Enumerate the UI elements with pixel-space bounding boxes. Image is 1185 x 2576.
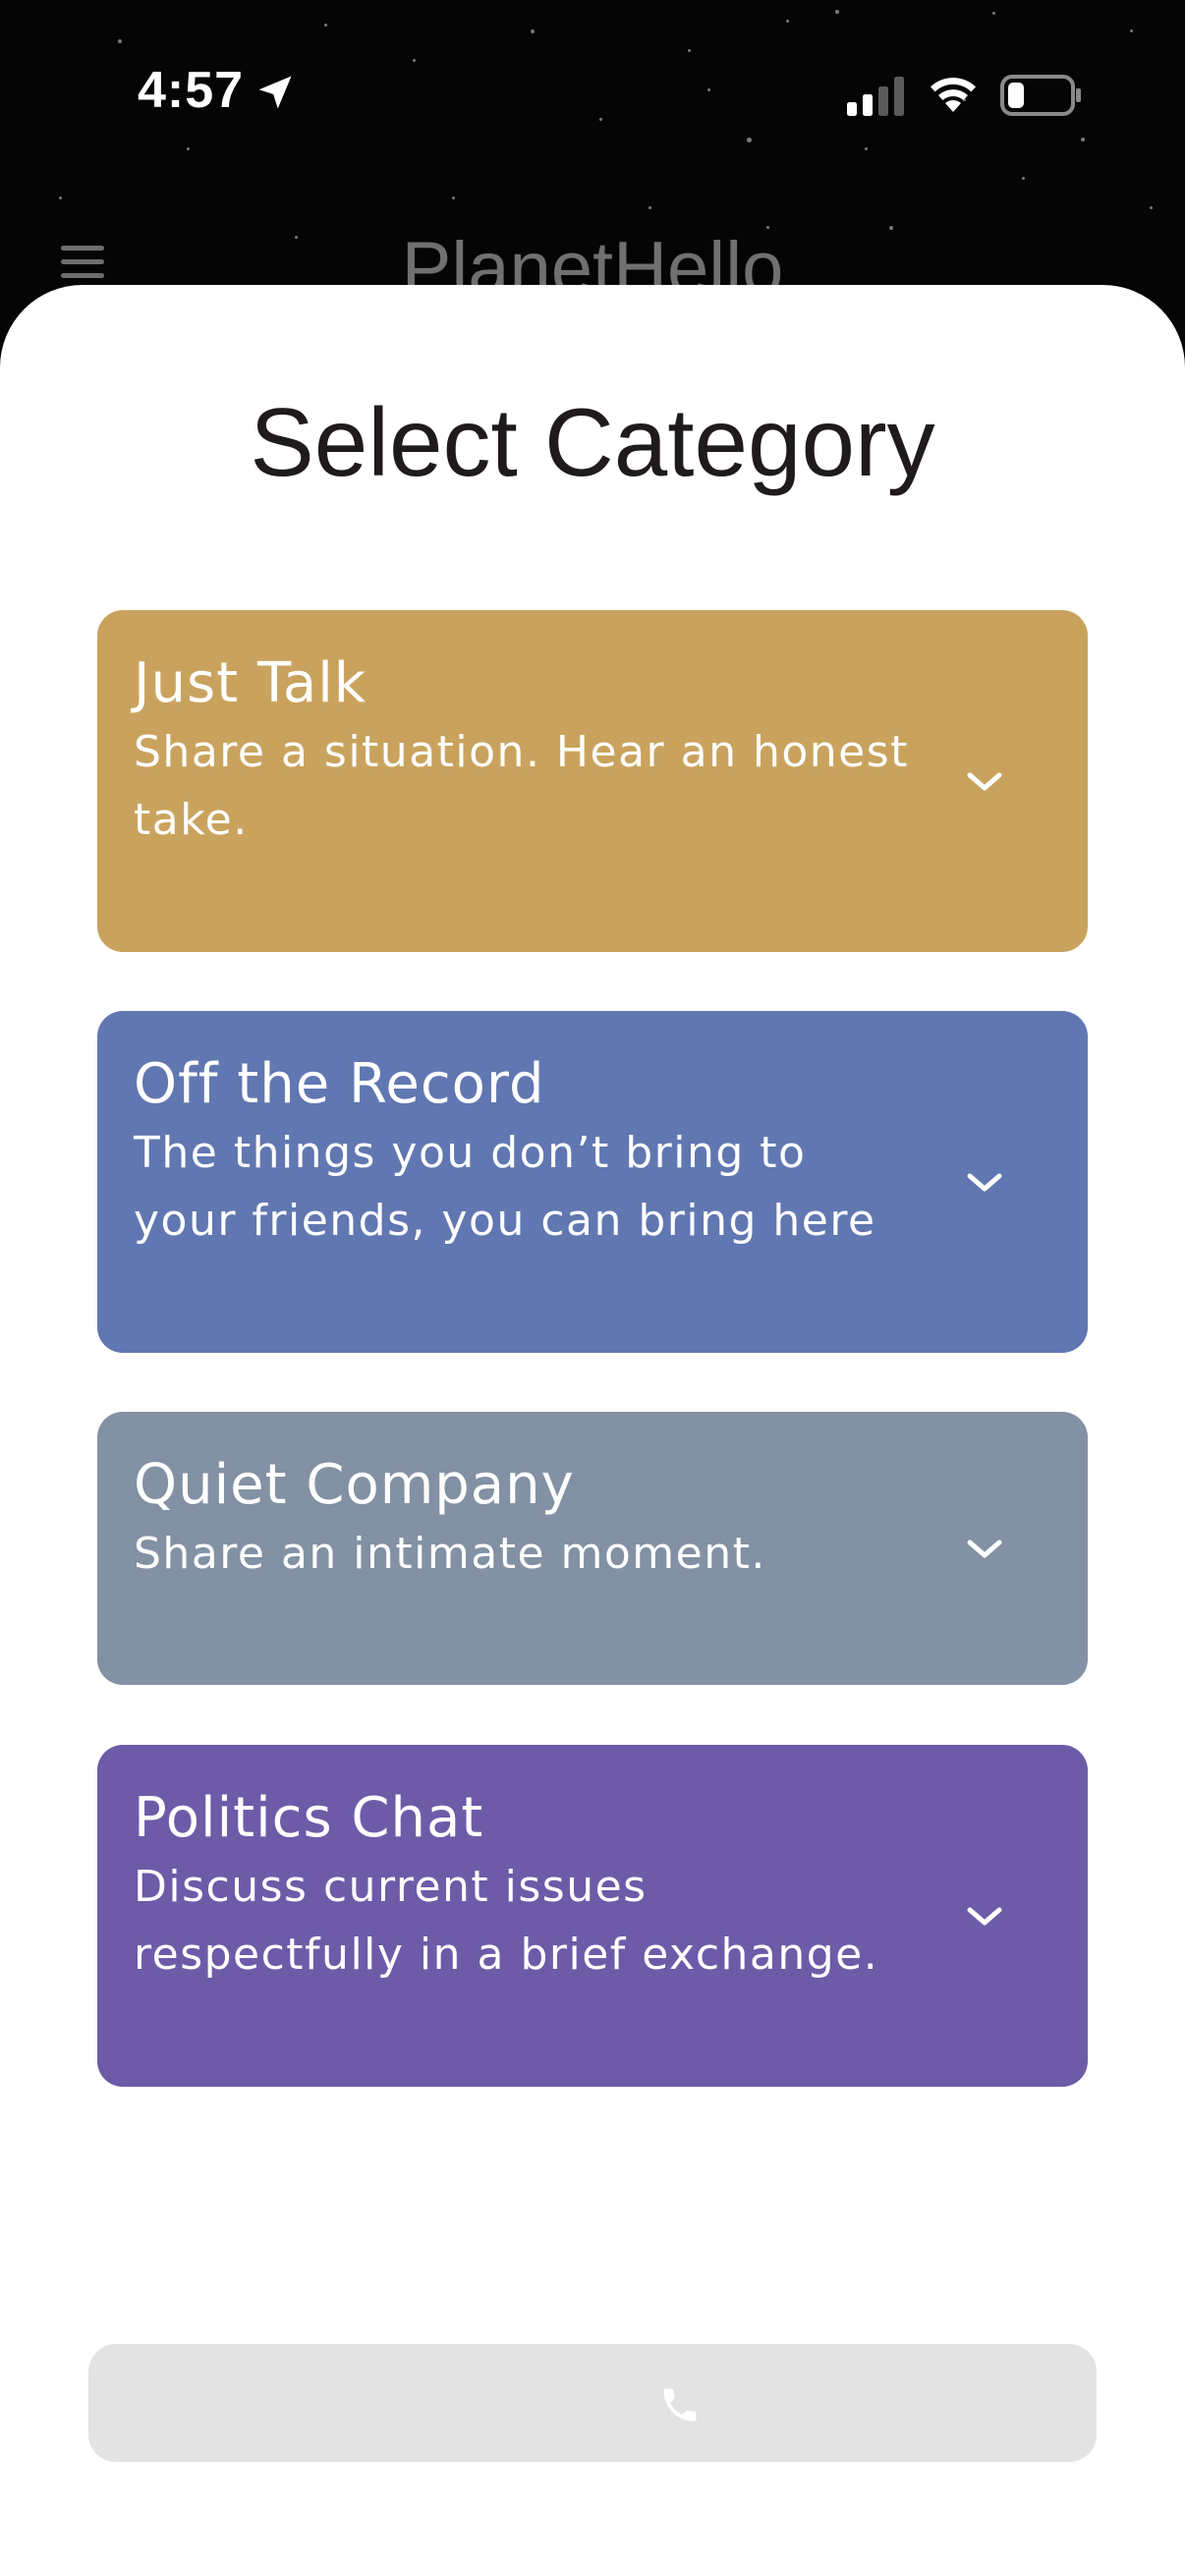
chevron-down-icon[interactable]: [964, 1168, 1005, 1196]
status-time: 4:57: [138, 62, 245, 119]
wifi-icon: [931, 78, 976, 112]
call-button[interactable]: [88, 2344, 1097, 2462]
battery-low-icon: [1000, 75, 1081, 116]
chevron-down-icon[interactable]: [964, 1535, 1005, 1562]
category-description: Discuss current issues respectfully in a…: [134, 1862, 879, 1980]
category-title: Off the Record: [134, 1052, 545, 1116]
category-description: Share a situation. Hear an honest take.: [134, 727, 909, 845]
cellular-signal-icon: [847, 77, 904, 116]
category-title: Quiet Company: [134, 1453, 575, 1517]
category-card-quiet-company[interactable]: Quiet Company Share an intimate moment.: [97, 1412, 1088, 1685]
status-bar: 4:57: [0, 0, 1185, 196]
category-description: The things you don’t bring to your frien…: [134, 1128, 876, 1246]
location-arrow-icon: [258, 76, 292, 109]
chevron-down-icon[interactable]: [964, 767, 1005, 795]
category-sheet: Select Category Just Talk Share a situat…: [0, 285, 1185, 2576]
sheet-title: Select Category: [250, 388, 935, 496]
category-description: Share an intimate moment.: [134, 1529, 766, 1579]
category-card-politics-chat[interactable]: Politics Chat Discuss current issues res…: [97, 1745, 1088, 2087]
category-title: Politics Chat: [134, 1786, 484, 1850]
category-title: Just Talk: [134, 651, 367, 715]
category-card-off-the-record[interactable]: Off the Record The things you don’t brin…: [97, 1011, 1088, 1353]
category-card-just-talk[interactable]: Just Talk Share a situation. Hear an hon…: [97, 610, 1088, 952]
phone-icon: [663, 2388, 697, 2422]
chevron-down-icon[interactable]: [964, 1902, 1005, 1930]
